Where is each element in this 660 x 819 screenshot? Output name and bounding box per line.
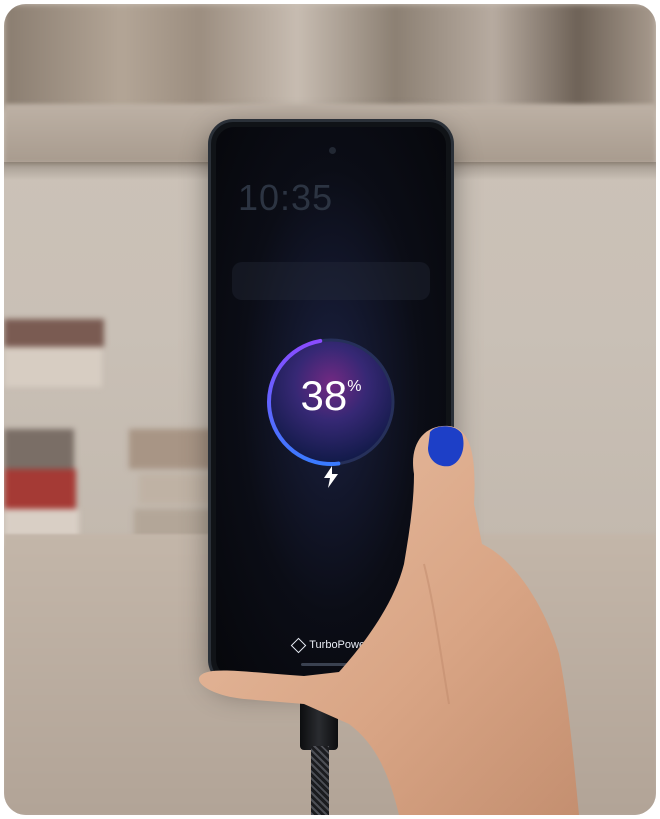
product-photo: 10:35 38% TurboPower <box>4 4 656 815</box>
hand <box>198 425 579 815</box>
